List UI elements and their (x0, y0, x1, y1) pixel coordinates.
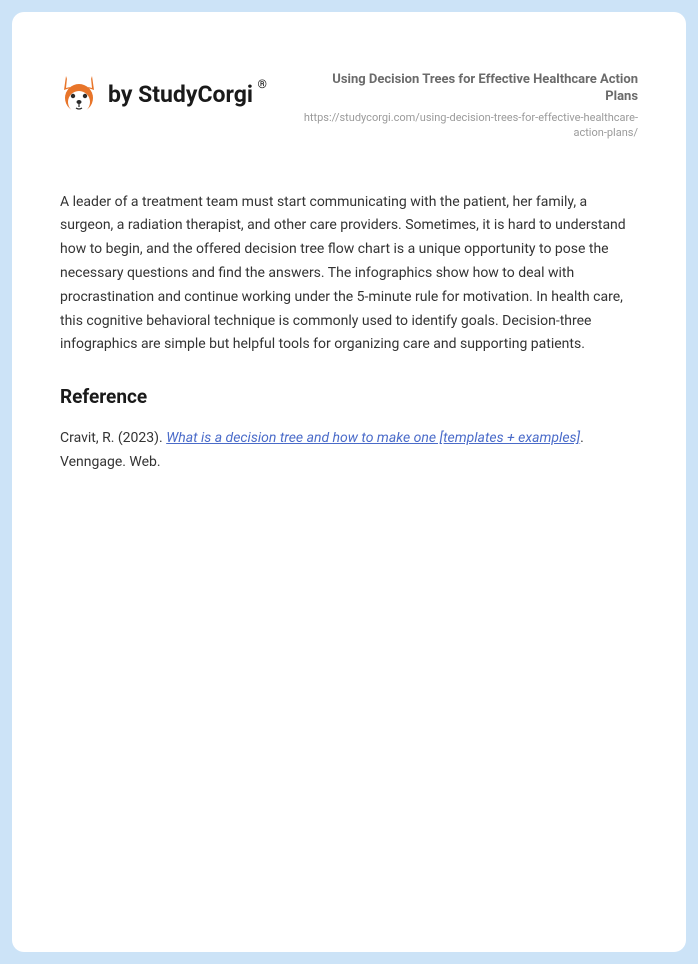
document-title: Using Decision Trees for Effective Healt… (298, 72, 638, 106)
corgi-logo-icon (60, 72, 98, 116)
document-content: A leader of a treatment team must start … (60, 191, 638, 475)
document-url: https://studycorgi.com/using-decision-tr… (298, 110, 638, 141)
brand-text: by StudyCorgi ® (108, 81, 253, 108)
reference-author: Cravit, R. (2023). (60, 430, 166, 446)
document-page: by StudyCorgi ® Using Decision Trees for… (12, 12, 686, 952)
reference-heading: Reference (60, 381, 638, 413)
reference-entry: Cravit, R. (2023). What is a decision tr… (60, 427, 638, 475)
page-header: by StudyCorgi ® Using Decision Trees for… (60, 72, 638, 141)
body-paragraph: A leader of a treatment team must start … (60, 191, 638, 358)
brand-label: by StudyCorgi (108, 81, 253, 108)
title-block: Using Decision Trees for Effective Healt… (298, 72, 638, 141)
reference-link[interactable]: What is a decision tree and how to make … (166, 430, 580, 446)
registered-mark: ® (258, 77, 267, 91)
brand-block: by StudyCorgi ® (60, 72, 253, 116)
